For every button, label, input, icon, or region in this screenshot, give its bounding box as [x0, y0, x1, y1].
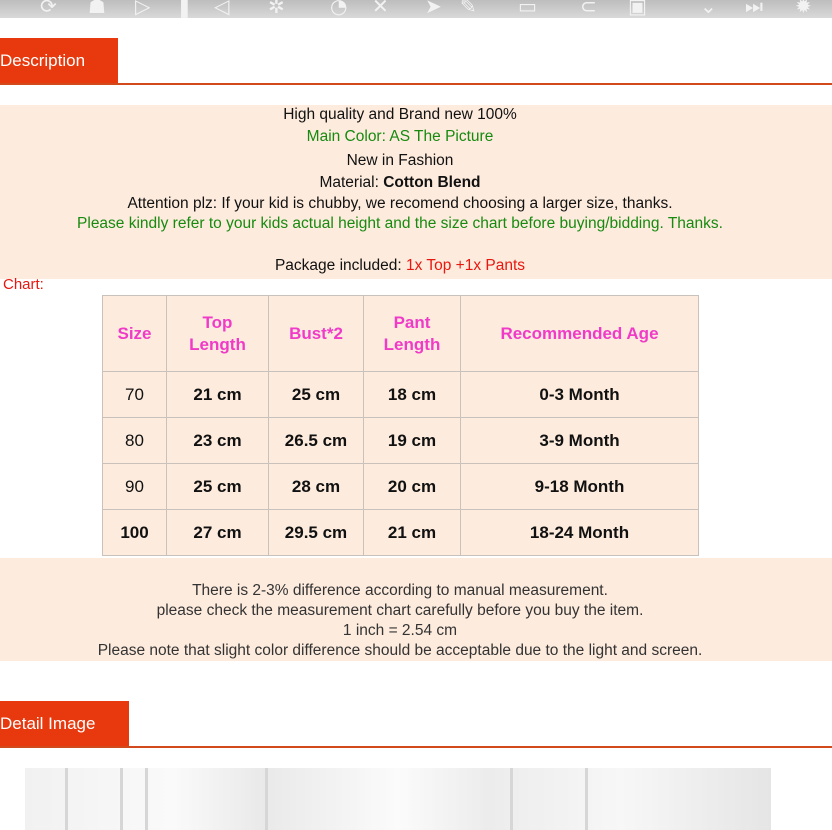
note-check-chart: please check the measurement chart caref…: [156, 602, 644, 619]
header-bust: Bust*2: [268, 295, 364, 372]
cell-size: 70: [102, 371, 167, 418]
cell-pant-length: 20 cm: [363, 463, 461, 510]
settings-icon[interactable]: ✹: [795, 0, 812, 18]
photo-stripe: [510, 768, 513, 830]
user-icon[interactable]: ☗: [88, 0, 106, 18]
cell-pant-length: 19 cm: [363, 417, 461, 464]
table-header-row: Size Top Length Bust*2 Pant Length Recom…: [102, 295, 699, 372]
gear-icon[interactable]: ✲: [268, 0, 285, 18]
desc-line-refer: Please kindly refer to your kids actual …: [77, 215, 723, 232]
send-icon[interactable]: ➤: [425, 0, 442, 18]
description-tab: Description: [0, 38, 118, 83]
table-row: 100 27 cm 29.5 cm 21 cm 18-24 Month: [102, 509, 699, 556]
photo-stripe: [120, 768, 123, 830]
save-icon[interactable]: ▣: [628, 0, 647, 18]
photo-stripe: [65, 768, 68, 830]
chart-label: Chart:: [3, 276, 44, 293]
cell-size: 90: [102, 463, 167, 510]
note-color-difference: Please note that slight color difference…: [97, 642, 703, 659]
cell-top-length: 23 cm: [166, 417, 269, 464]
table-row: 70 21 cm 25 cm 18 cm 0-3 Month: [102, 371, 699, 418]
cell-top-length: 25 cm: [166, 463, 269, 510]
desc-line-fashion: New in Fashion: [346, 152, 454, 169]
desc-line-material: Material: Cotton Blend: [0, 174, 800, 192]
material-value: Cotton Blend: [383, 174, 481, 191]
header-top-length-text: Top Length: [189, 312, 246, 354]
package-label: Package included:: [274, 257, 406, 274]
material-label: Material:: [319, 174, 384, 191]
top-icon-strip: ⟳ ☗ ▷ ❚ ◁ ✲ ◔ ✕ ➤ ✎ ▭ ⊂ ▣ ⌄ ⏭ ✹: [0, 0, 832, 18]
play-icon[interactable]: ▷: [135, 0, 150, 18]
photo-stripe: [585, 768, 588, 830]
chart-icon[interactable]: ◔: [330, 0, 347, 18]
pause-icon[interactable]: ❚: [176, 0, 193, 18]
minus-icon[interactable]: ▭: [518, 0, 537, 18]
cell-bust: 29.5 cm: [268, 509, 364, 556]
detail-image-tab: Detail Image: [0, 701, 129, 746]
cell-age: 18-24 Month: [460, 509, 699, 556]
table-row: 90 25 cm 28 cm 20 cm 9-18 Month: [102, 463, 699, 510]
header-top-length: Top Length: [166, 295, 269, 372]
size-chart-table: Size Top Length Bust*2 Pant Length Recom…: [102, 295, 699, 556]
cell-age: 3-9 Month: [460, 417, 699, 464]
header-pant-length: Pant Length: [363, 295, 461, 372]
cell-top-length: 27 cm: [166, 509, 269, 556]
description-tab-label: Description: [0, 51, 86, 70]
cell-age: 9-18 Month: [460, 463, 699, 510]
desc-line-1: High quality and Brand new 100%: [283, 106, 517, 123]
cell-top-length: 21 cm: [166, 371, 269, 418]
description-divider: [0, 83, 832, 85]
forward-icon[interactable]: ⏭: [745, 0, 763, 18]
photo-stripe: [145, 768, 148, 830]
detail-divider: [0, 746, 832, 748]
product-detail-image: [25, 768, 771, 830]
desc-line-color: Main Color: AS The Picture: [306, 128, 494, 145]
desc-line-package: Package included: 1x Top +1x Pants: [0, 257, 800, 275]
header-pant-length-text: Pant Length: [383, 312, 441, 354]
attach-icon[interactable]: ⊂: [580, 0, 597, 18]
cell-size: 100: [102, 509, 167, 556]
cell-bust: 25 cm: [268, 371, 364, 418]
detail-image-tab-label: Detail Image: [0, 714, 96, 733]
cell-age: 0-3 Month: [460, 371, 699, 418]
package-value: 1x Top +1x Pants: [405, 257, 526, 274]
refresh-icon[interactable]: ⟳: [40, 0, 57, 18]
table-row: 80 23 cm 26.5 cm 19 cm 3-9 Month: [102, 417, 699, 464]
cell-bust: 28 cm: [268, 463, 364, 510]
chevron-down-icon[interactable]: ⌄: [700, 0, 717, 18]
close-icon[interactable]: ✕: [372, 0, 389, 18]
header-size: Size: [102, 295, 167, 372]
desc-line-attention: Attention plz: If your kid is chubby, we…: [127, 195, 673, 212]
cell-pant-length: 21 cm: [363, 509, 461, 556]
cell-bust: 26.5 cm: [268, 417, 364, 464]
cell-size: 80: [102, 417, 167, 464]
edit-icon[interactable]: ✎: [460, 0, 477, 18]
photo-stripe: [265, 768, 268, 830]
note-difference: There is 2-3% difference according to ma…: [192, 582, 608, 599]
cell-pant-length: 18 cm: [363, 371, 461, 418]
note-inch-conversion: 1 inch = 2.54 cm: [342, 622, 458, 639]
header-recommended-age: Recommended Age: [460, 295, 699, 372]
rewind-icon[interactable]: ◁: [214, 0, 229, 18]
